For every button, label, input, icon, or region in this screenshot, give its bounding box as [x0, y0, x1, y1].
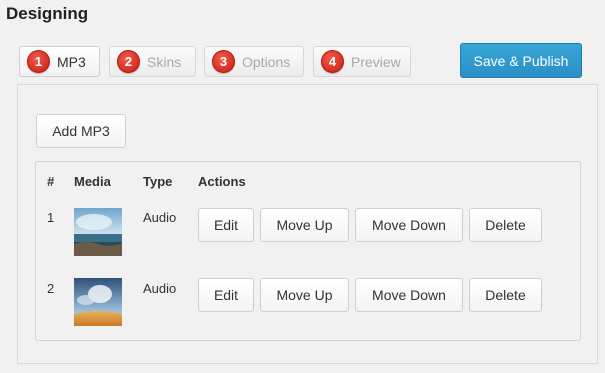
row-index: 2	[47, 281, 55, 296]
tab-preview-label: Preview	[351, 53, 401, 70]
tab-preview[interactable]: 4 Preview	[313, 46, 411, 77]
move-down-button[interactable]: Move Down	[355, 278, 463, 312]
step-2-badge: 2	[117, 50, 140, 73]
row-type: Audio	[143, 281, 177, 296]
col-header-actions: Actions	[198, 174, 246, 189]
tab-skins[interactable]: 2 Skins	[109, 46, 196, 77]
move-up-button[interactable]: Move Up	[260, 208, 349, 242]
media-thumbnail	[74, 208, 122, 256]
col-header-media: Media	[74, 174, 111, 189]
row-type: Audio	[143, 210, 177, 225]
edit-button[interactable]: Edit	[198, 278, 254, 312]
step-1-badge: 1	[27, 50, 50, 73]
move-up-button[interactable]: Move Up	[260, 278, 349, 312]
add-mp3-button[interactable]: Add MP3	[36, 114, 126, 148]
page-title: Designing	[6, 4, 89, 23]
tab-options[interactable]: 3 Options	[204, 46, 304, 77]
delete-button[interactable]: Delete	[469, 278, 542, 312]
save-publish-button[interactable]: Save & Publish	[460, 43, 582, 78]
move-down-button[interactable]: Move Down	[355, 208, 463, 242]
tab-mp3-label: MP3	[57, 53, 86, 70]
media-thumbnail	[74, 278, 122, 326]
col-header-index: #	[47, 174, 55, 189]
tab-options-label: Options	[242, 53, 291, 70]
row-index: 1	[47, 210, 55, 225]
col-header-type: Type	[143, 174, 173, 189]
edit-button[interactable]: Edit	[198, 208, 254, 242]
step-4-badge: 4	[321, 50, 344, 73]
delete-button[interactable]: Delete	[469, 208, 542, 242]
tab-mp3[interactable]: 1 MP3	[19, 46, 100, 77]
step-3-badge: 3	[212, 50, 235, 73]
tab-skins-label: Skins	[147, 53, 182, 70]
